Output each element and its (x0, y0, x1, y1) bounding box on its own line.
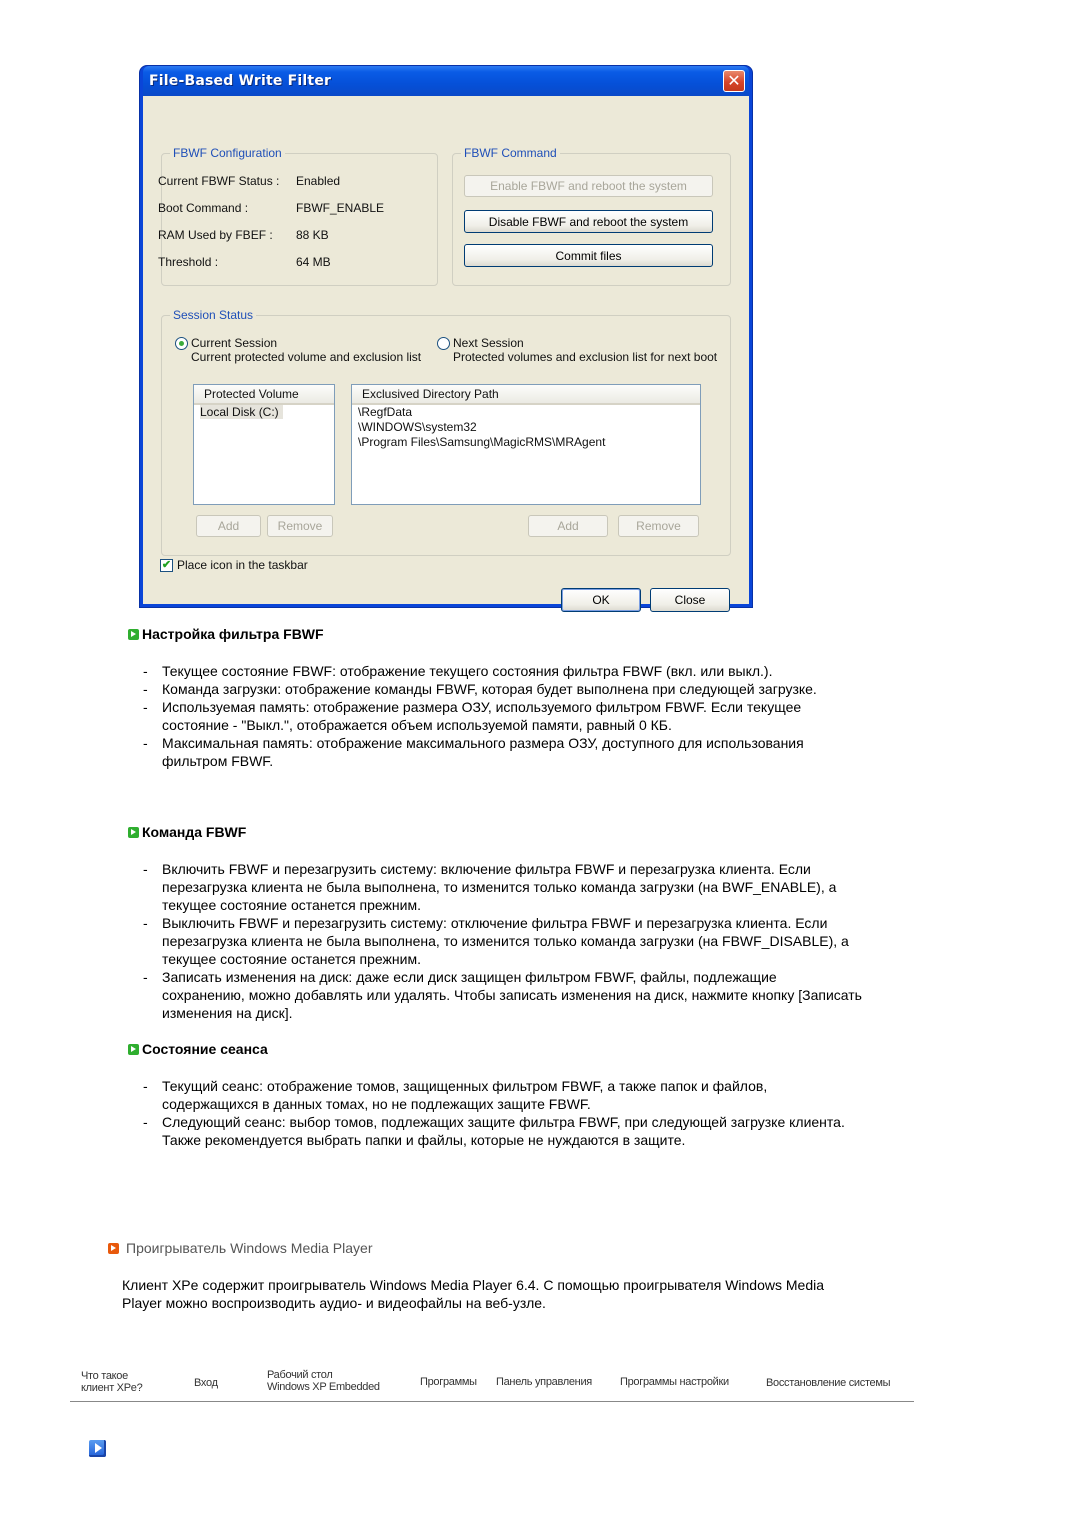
nav-label: Программы настройки (620, 1376, 729, 1388)
current-session-label: Current Session (191, 336, 278, 350)
nav-label: Программы (420, 1376, 477, 1388)
path-add-button[interactable]: Add (528, 515, 608, 537)
dialog-client: FBWF Configuration Current FBWF Status :… (143, 96, 749, 612)
config-value: 88 KB (296, 228, 329, 242)
section-bullet-icon (128, 628, 139, 640)
config-value: Enabled (296, 174, 341, 188)
config-row-ram: RAM Used by FBEF : 88 KB (158, 228, 329, 242)
section-heading-fbwf-config: Настройка фильтра FBWF (128, 626, 324, 642)
section-bullet-icon (108, 1242, 119, 1254)
nav-label: Рабочий стол (267, 1369, 333, 1381)
nav-label: Восстановление системы (766, 1377, 891, 1389)
current-session-radio[interactable]: Current Session Current protected volume… (175, 336, 421, 364)
config-row-threshold: Threshold : 64 MB (158, 255, 331, 269)
title-bar[interactable]: File-Based Write Filter ✕ (143, 66, 749, 96)
list-item: Используемая память: отображение размера… (143, 698, 863, 734)
list-item: Текущий сеанс: отображение томов, защище… (143, 1077, 863, 1113)
radio-unselected-icon (437, 337, 450, 350)
config-row-boot-command: Boot Command : FBWF_ENABLE (158, 201, 384, 215)
play-icon[interactable] (89, 1440, 106, 1457)
section-bullet-icon (128, 1043, 139, 1055)
nav-label: клиент XPe? (81, 1382, 143, 1394)
next-session-label: Next Session (453, 336, 524, 350)
list-item: Максимальная память: отображение максима… (143, 734, 863, 770)
section-bullet-icon (128, 826, 139, 838)
commit-files-button[interactable]: Commit files (464, 244, 713, 267)
disable-fbwf-button[interactable]: Disable FBWF and reboot the system (464, 210, 713, 233)
nav-item-programs[interactable]: Программы (420, 1376, 477, 1388)
taskbar-icon-checkbox[interactable]: ✔ Place icon in the taskbar (160, 558, 308, 572)
window-title: File-Based Write Filter (149, 73, 332, 89)
section-heading-session-status: Состояние сеанса (128, 1041, 268, 1057)
nav-item-control-panel[interactable]: Панель управления (496, 1376, 592, 1388)
config-label: Threshold : (158, 255, 219, 269)
config-label: Current FBWF Status : (158, 174, 280, 188)
config-label: RAM Used by FBEF : (158, 228, 273, 242)
next-session-desc: Protected volumes and exclusion list for… (453, 350, 718, 364)
fbwf-config-list: Текущее состояние FBWF: отображение теку… (143, 662, 863, 770)
volume-add-button[interactable]: Add (196, 515, 261, 537)
radio-selected-icon (175, 337, 188, 350)
nav-label: Windows XP Embedded (267, 1381, 380, 1393)
list-item: Текущее состояние FBWF: отображение теку… (143, 662, 863, 680)
config-value: 64 MB (296, 255, 331, 269)
wmp-title: Проигрыватель Windows Media Player (126, 1240, 373, 1256)
config-value: FBWF_ENABLE (296, 201, 385, 215)
nav-item-what-is-xpe[interactable]: Что такое клиент XPe? (81, 1370, 143, 1394)
exclusion-path-list[interactable]: Exclusived Directory Path \RegfData \WIN… (351, 384, 701, 505)
volume-remove-button[interactable]: Remove (267, 515, 333, 537)
session-legend: Session Status (173, 308, 254, 322)
volume-name: Local Disk (C:) (200, 405, 283, 419)
path-remove-button[interactable]: Remove (618, 515, 699, 537)
config-legend: FBWF Configuration (173, 146, 282, 160)
exclusion-path-header[interactable]: Exclusived Directory Path (352, 385, 700, 405)
list-item[interactable]: Local Disk (C:) (194, 405, 334, 420)
list-item[interactable]: \WINDOWS\system32 (352, 420, 700, 435)
list-item[interactable]: \RegfData (352, 405, 700, 420)
ok-button[interactable]: OK (561, 588, 641, 612)
section-title: Настройка фильтра FBWF (142, 626, 324, 642)
close-icon[interactable]: ✕ (723, 70, 745, 92)
protected-volume-list[interactable]: Protected Volume Local Disk (C:) (193, 384, 335, 505)
taskbar-checkbox-label: Place icon in the taskbar (177, 558, 308, 572)
protected-volume-header[interactable]: Protected Volume (194, 385, 334, 405)
list-item: Записать изменения на диск: даже если ди… (143, 968, 863, 1022)
nav-item-setup-programs[interactable]: Программы настройки (620, 1376, 729, 1388)
section-heading-fbwf-command: Команда FBWF (128, 824, 246, 840)
bottom-navigation: Что такое клиент XPe? Вход Рабочий стол … (70, 1366, 914, 1402)
fbwf-dialog: File-Based Write Filter ✕ FBWF Configura… (140, 66, 752, 612)
command-legend: FBWF Command (464, 146, 557, 160)
config-row-status: Current FBWF Status : Enabled (158, 174, 340, 188)
section-title: Состояние сеанса (142, 1041, 268, 1057)
enable-fbwf-button[interactable]: Enable FBWF and reboot the system (464, 175, 713, 197)
config-label: Boot Command : (158, 201, 249, 215)
wmp-heading: Проигрыватель Windows Media Player (108, 1240, 372, 1256)
checkmark-icon: ✔ (160, 558, 173, 572)
nav-item-login[interactable]: Вход (194, 1377, 218, 1389)
nav-item-system-restore[interactable]: Восстановление системы (766, 1377, 891, 1389)
nav-item-desktop[interactable]: Рабочий стол Windows XP Embedded (267, 1369, 380, 1393)
close-button[interactable]: Close (650, 588, 730, 612)
next-session-radio[interactable]: Next Session Protected volumes and exclu… (437, 336, 717, 364)
list-item[interactable]: \Program Files\Samsung\MagicRMS\MRAgent (352, 435, 700, 450)
list-item: Следующий сеанс: выбор томов, подлежащих… (143, 1113, 863, 1149)
nav-label: Панель управления (496, 1376, 592, 1388)
fbwf-command-list: Включить FBWF и перезагрузить систему: в… (143, 860, 863, 1022)
section-title: Команда FBWF (142, 824, 247, 840)
list-item: Команда загрузки: отображение команды FB… (143, 680, 863, 698)
session-status-list: Текущий сеанс: отображение томов, защище… (143, 1077, 863, 1149)
current-session-desc: Current protected volume and exclusion l… (191, 350, 422, 364)
nav-label: Что такое (81, 1370, 128, 1382)
nav-label: Вход (194, 1377, 218, 1389)
list-item: Выключить FBWF и перезагрузить систему: … (143, 914, 863, 968)
wmp-description: Клиент XPe содержит проигрыватель Window… (122, 1277, 825, 1311)
list-item: Включить FBWF и перезагрузить систему: в… (143, 860, 863, 914)
